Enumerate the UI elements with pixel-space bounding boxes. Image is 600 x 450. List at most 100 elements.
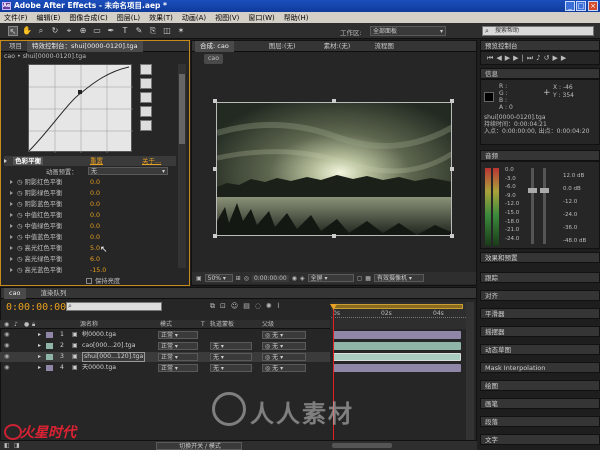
layer-duration-bar[interactable] xyxy=(333,353,461,361)
blend-mode-select[interactable]: 正常 ▾ xyxy=(158,364,198,372)
expand-triangle-icon[interactable] xyxy=(10,235,13,239)
timeline-scrollbar[interactable] xyxy=(466,302,474,442)
blend-mode-select[interactable]: 正常 ▾ xyxy=(158,342,198,350)
audio-icon[interactable]: ♪ xyxy=(536,54,543,62)
layer-handle[interactable] xyxy=(450,99,454,103)
minimize-button[interactable]: _ xyxy=(565,1,575,11)
tab-layer[interactable]: 图层:(无) xyxy=(264,41,301,52)
eraser-tool-icon[interactable]: ◫ xyxy=(162,26,172,36)
shy-icon[interactable]: ☺ xyxy=(231,302,243,310)
property-value[interactable]: 5.0 xyxy=(90,244,100,254)
parent-select[interactable]: ◎ 无 ▾ xyxy=(262,331,306,339)
layer-name[interactable]: shui[000...120].tga xyxy=(82,352,146,362)
text-tool-icon[interactable]: T xyxy=(120,26,130,36)
zoom-slider[interactable] xyxy=(332,443,392,448)
layer-handle[interactable] xyxy=(450,167,454,171)
stopwatch-icon[interactable]: ◷ xyxy=(17,223,23,230)
timeline-current-time[interactable]: 0:00:00:00 xyxy=(6,302,66,313)
workspace-select[interactable]: 全部面板 ▾ xyxy=(370,26,446,36)
pen-tool-icon[interactable]: ✒ xyxy=(106,26,116,36)
clone-stamp-tool-icon[interactable]: ⎘ xyxy=(148,26,158,36)
expand-triangle-icon[interactable]: ▸ xyxy=(38,341,41,351)
menu-layer[interactable]: 图层(L) xyxy=(117,13,140,23)
color-balance-effect-header[interactable]: 色彩平衡 重置 关于... xyxy=(4,156,176,166)
menu-view[interactable]: 视图(V) xyxy=(215,13,239,23)
expand-triangle-icon[interactable] xyxy=(10,213,13,217)
paint-header[interactable]: 绘图 xyxy=(480,380,600,391)
tab-render-queue[interactable]: 渲染队列 xyxy=(36,288,72,299)
visibility-eye-icon[interactable]: ◉ xyxy=(4,341,9,351)
character-header[interactable]: 文字 xyxy=(480,434,600,445)
tab-composition[interactable]: 合成: cao xyxy=(195,40,234,52)
brush-tool-icon[interactable]: ✎ xyxy=(134,26,144,36)
work-area-bar[interactable] xyxy=(333,304,463,309)
wiggler-header[interactable]: 摇摆器 xyxy=(480,326,600,337)
tab-effect-controls[interactable]: 特效控制台：shui[0000-0120].tga xyxy=(27,40,143,52)
timeline-search-input[interactable]: ⌕ xyxy=(66,302,162,311)
menu-window[interactable]: 窗口(W) xyxy=(248,13,274,23)
rectangle-mask-tool-icon[interactable]: ▭ xyxy=(92,26,102,36)
layer-name[interactable]: 树0000.tga xyxy=(82,330,116,340)
layer-handle[interactable] xyxy=(332,234,336,238)
maximize-button[interactable]: □ xyxy=(576,1,586,11)
graph-editor-icon[interactable]: ⌇ xyxy=(277,302,285,310)
ram-preview-icon[interactable]: ▶▶ xyxy=(553,54,570,62)
expand-triangle-icon[interactable] xyxy=(10,246,13,250)
property-value[interactable]: -15.0 xyxy=(90,266,106,276)
menu-edit[interactable]: 编辑(E) xyxy=(37,13,61,23)
region-of-interest-icon[interactable]: ▢ xyxy=(357,275,363,282)
track-matte-select[interactable]: 无 ▾ xyxy=(210,364,252,372)
property-value[interactable]: 0.0 xyxy=(90,211,100,221)
label-color-swatch[interactable] xyxy=(46,343,53,349)
layer-row[interactable]: ◉ ▸ 2 ▣ cao[000...20].tga 正常 ▾ 无 ▾ ◎ 无 ▾ xyxy=(0,341,330,351)
tracker-header[interactable]: 跟踪 xyxy=(480,272,600,283)
layer-handle[interactable] xyxy=(450,234,454,238)
selection-tool-icon[interactable]: ↖ xyxy=(8,26,18,36)
next-frame-icon[interactable]: ▶| xyxy=(513,54,527,62)
blend-mode-select[interactable]: 正常 ▾ xyxy=(158,331,198,339)
play-icon[interactable]: ▶ xyxy=(505,54,513,62)
menu-effect[interactable]: 效果(T) xyxy=(149,13,173,23)
open-curve-icon[interactable] xyxy=(140,92,152,103)
tab-project[interactable]: 项目 xyxy=(4,41,27,52)
layer-handle[interactable] xyxy=(213,167,217,171)
prev-frame-icon[interactable]: ◀ xyxy=(496,54,504,62)
slider-thumb[interactable] xyxy=(528,188,537,193)
curve-pencil-icon[interactable] xyxy=(140,78,152,89)
blend-mode-select[interactable]: 正常 ▾ xyxy=(158,353,198,361)
tab-flowchart[interactable]: 流程图 xyxy=(369,41,399,52)
show-channel-icon[interactable]: ◈ xyxy=(300,275,305,282)
align-header[interactable]: 对齐 xyxy=(480,290,600,301)
stopwatch-icon[interactable]: ◷ xyxy=(17,201,23,208)
current-time[interactable]: 0:00:00:00 xyxy=(251,274,289,282)
transparency-grid-icon[interactable]: ▦ xyxy=(365,275,371,282)
layer-name[interactable]: 天0000.tga xyxy=(82,363,116,373)
property-value[interactable]: 6.0 xyxy=(90,255,100,265)
menu-animation[interactable]: 动画(A) xyxy=(182,13,206,23)
motion-blur-icon[interactable]: ◌ xyxy=(255,302,266,310)
about-link[interactable]: 关于... xyxy=(142,156,161,166)
property-value[interactable]: 0.0 xyxy=(90,233,100,243)
stopwatch-icon[interactable]: ◷ xyxy=(17,234,23,241)
slider-thumb[interactable] xyxy=(540,188,549,193)
track-matte-select[interactable]: 无 ▾ xyxy=(210,342,252,350)
mask-interpolation-header[interactable]: Mask Interpolation xyxy=(480,362,600,373)
search-help-input[interactable]: ⌕ 搜索帮助 xyxy=(482,26,594,36)
safe-zones-icon[interactable]: ⊞ xyxy=(236,275,241,282)
rotate-tool-icon[interactable]: ↻ xyxy=(50,26,60,36)
label-color-swatch[interactable] xyxy=(46,365,53,371)
last-frame-icon[interactable]: ⏭ xyxy=(527,54,536,62)
expand-triangle-icon[interactable] xyxy=(10,257,13,261)
draft-3d-icon[interactable]: ⊡ xyxy=(220,302,231,310)
effects-presets-header[interactable]: 效果和预置 xyxy=(480,252,600,263)
camera-tool-icon[interactable]: ⌖ xyxy=(64,26,74,36)
layer-handle[interactable] xyxy=(332,99,336,103)
brainstorm-icon[interactable]: ✺ xyxy=(266,302,277,310)
comp-flowchart-icon[interactable]: ⧉ xyxy=(210,302,220,310)
parent-select[interactable]: ◎ 无 ▾ xyxy=(262,342,306,350)
layer-handle[interactable] xyxy=(213,99,217,103)
expand-triangle-icon[interactable]: ▸ xyxy=(38,363,41,373)
layer-handle[interactable] xyxy=(213,234,217,238)
puppet-tool-icon[interactable]: ✶ xyxy=(176,26,186,36)
expand-triangle-icon[interactable] xyxy=(10,202,13,206)
